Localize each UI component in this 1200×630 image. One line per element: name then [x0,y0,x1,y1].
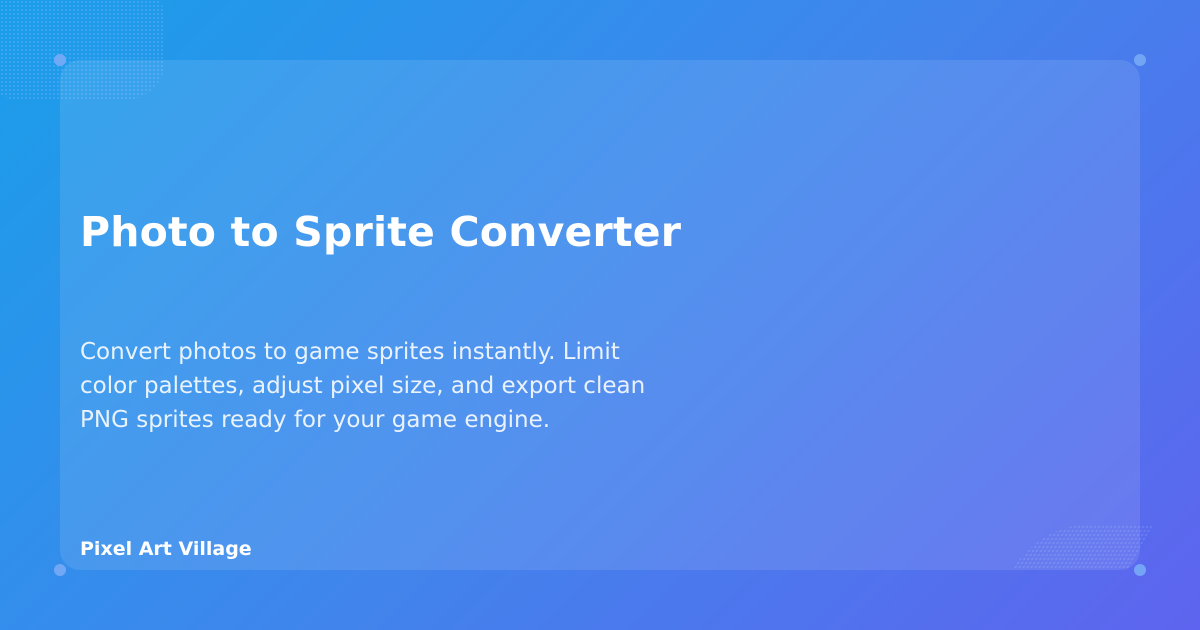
corner-dot-icon [54,54,66,66]
description: Convert photos to game sprites instantly… [80,339,646,433]
corner-dot-icon [1134,54,1146,66]
brand-name: Pixel Art Village [80,538,252,560]
content-card [60,60,1140,570]
corner-dot-icon [1134,564,1146,576]
corner-dot-icon [54,564,66,576]
page-title: Photo to Sprite Converter [80,208,682,256]
